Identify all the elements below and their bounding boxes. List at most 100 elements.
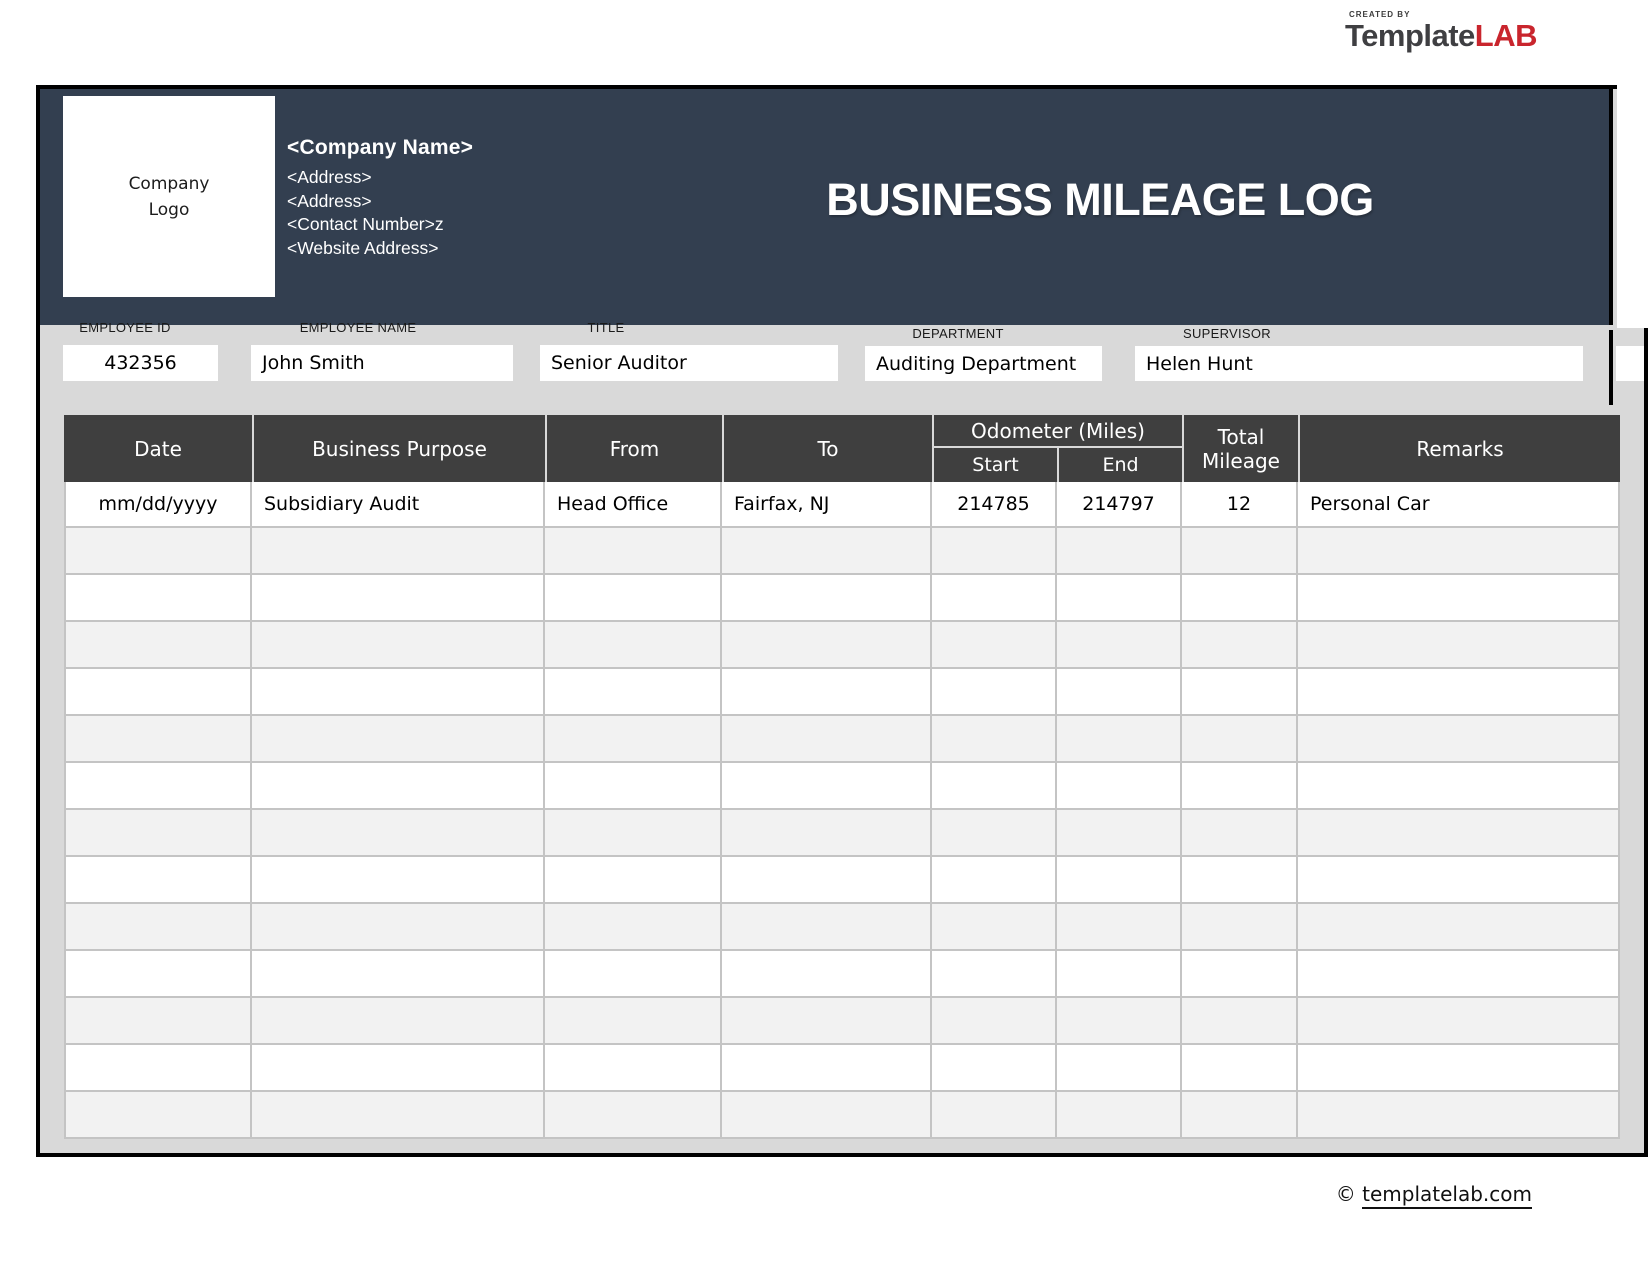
cell-purpose[interactable] [252,669,545,716]
cell-odometer-start[interactable] [932,528,1057,575]
cell-odometer-start[interactable] [932,622,1057,669]
cell-from[interactable] [545,998,722,1045]
cell-odometer-end[interactable] [1057,904,1182,951]
cell-purpose[interactable] [252,857,545,904]
cell-from[interactable] [545,904,722,951]
cell-total-mileage[interactable]: 12 [1182,482,1298,528]
cell-to[interactable] [722,528,932,575]
cell-from[interactable] [545,857,722,904]
cell-remarks[interactable] [1298,998,1620,1045]
cell-date[interactable] [64,575,252,622]
cell-date[interactable] [64,1092,252,1139]
cell-from[interactable] [545,951,722,998]
cell-remarks[interactable] [1298,951,1620,998]
cell-remarks[interactable] [1298,622,1620,669]
cell-total-mileage[interactable] [1182,575,1298,622]
cell-total-mileage[interactable] [1182,716,1298,763]
cell-purpose[interactable] [252,1045,545,1092]
cell-from[interactable] [545,763,722,810]
cell-odometer-end[interactable] [1057,998,1182,1045]
title-field[interactable]: Senior Auditor [540,345,838,381]
cell-date[interactable] [64,951,252,998]
cell-date[interactable] [64,904,252,951]
cell-remarks[interactable] [1298,1092,1620,1139]
company-logo-placeholder[interactable]: Company Logo [63,96,275,297]
cell-total-mileage[interactable] [1182,904,1298,951]
cell-remarks[interactable]: Personal Car [1298,482,1620,528]
cell-date[interactable] [64,669,252,716]
cell-odometer-end[interactable] [1057,1092,1182,1139]
cell-purpose[interactable] [252,575,545,622]
cell-total-mileage[interactable] [1182,951,1298,998]
cell-odometer-start[interactable] [932,1092,1057,1139]
cell-purpose[interactable] [252,763,545,810]
cell-remarks[interactable] [1298,763,1620,810]
cell-odometer-end[interactable] [1057,622,1182,669]
cell-odometer-start[interactable] [932,810,1057,857]
cell-remarks[interactable] [1298,1045,1620,1092]
cell-date[interactable] [64,622,252,669]
cell-total-mileage[interactable] [1182,763,1298,810]
cell-remarks[interactable] [1298,904,1620,951]
cell-from[interactable] [545,716,722,763]
cell-total-mileage[interactable] [1182,998,1298,1045]
cell-odometer-start[interactable] [932,575,1057,622]
cell-date[interactable] [64,810,252,857]
cell-odometer-end[interactable] [1057,716,1182,763]
cell-odometer-start[interactable] [932,951,1057,998]
cell-total-mileage[interactable] [1182,669,1298,716]
cell-odometer-start[interactable] [932,904,1057,951]
cell-from[interactable] [545,1092,722,1139]
cell-purpose[interactable] [252,716,545,763]
cell-odometer-start[interactable] [932,857,1057,904]
cell-date[interactable]: mm/dd/yyyy [64,482,252,528]
cell-odometer-start[interactable] [932,1045,1057,1092]
cell-remarks[interactable] [1298,857,1620,904]
cell-purpose[interactable] [252,1092,545,1139]
cell-total-mileage[interactable] [1182,1092,1298,1139]
cell-odometer-end[interactable] [1057,1045,1182,1092]
cell-odometer-end[interactable] [1057,669,1182,716]
cell-odometer-end[interactable] [1057,857,1182,904]
cell-to[interactable] [722,1045,932,1092]
cell-date[interactable] [64,716,252,763]
cell-from[interactable]: Head Office [545,482,722,528]
cell-to[interactable] [722,622,932,669]
department-field[interactable]: Auditing Department [865,346,1102,381]
cell-remarks[interactable] [1298,575,1620,622]
cell-from[interactable] [545,622,722,669]
cell-odometer-end[interactable] [1057,810,1182,857]
cell-to[interactable] [722,857,932,904]
cell-to[interactable] [722,763,932,810]
cell-purpose[interactable] [252,622,545,669]
cell-from[interactable] [545,669,722,716]
cell-to[interactable] [722,575,932,622]
cell-to[interactable] [722,1092,932,1139]
cell-odometer-start[interactable] [932,763,1057,810]
cell-odometer-start[interactable] [932,998,1057,1045]
cell-to[interactable] [722,904,932,951]
cell-remarks[interactable] [1298,716,1620,763]
cell-odometer-start[interactable] [932,669,1057,716]
cell-date[interactable] [64,998,252,1045]
cell-date[interactable] [64,857,252,904]
cell-purpose[interactable] [252,904,545,951]
templatelab-link[interactable]: templatelab.com [1362,1182,1532,1209]
cell-odometer-end[interactable] [1057,763,1182,810]
employee-id-field[interactable]: 432356 [63,345,218,381]
cell-to[interactable] [722,951,932,998]
cell-to[interactable] [722,810,932,857]
cell-to[interactable] [722,998,932,1045]
cell-purpose[interactable] [252,810,545,857]
employee-name-field[interactable]: John Smith [251,345,513,381]
cell-odometer-end[interactable] [1057,575,1182,622]
cell-remarks[interactable] [1298,810,1620,857]
cell-total-mileage[interactable] [1182,810,1298,857]
cell-purpose[interactable] [252,998,545,1045]
cell-from[interactable] [545,1045,722,1092]
cell-date[interactable] [64,1045,252,1092]
cell-remarks[interactable] [1298,669,1620,716]
cell-total-mileage[interactable] [1182,1045,1298,1092]
cell-total-mileage[interactable] [1182,622,1298,669]
cell-to[interactable] [722,716,932,763]
